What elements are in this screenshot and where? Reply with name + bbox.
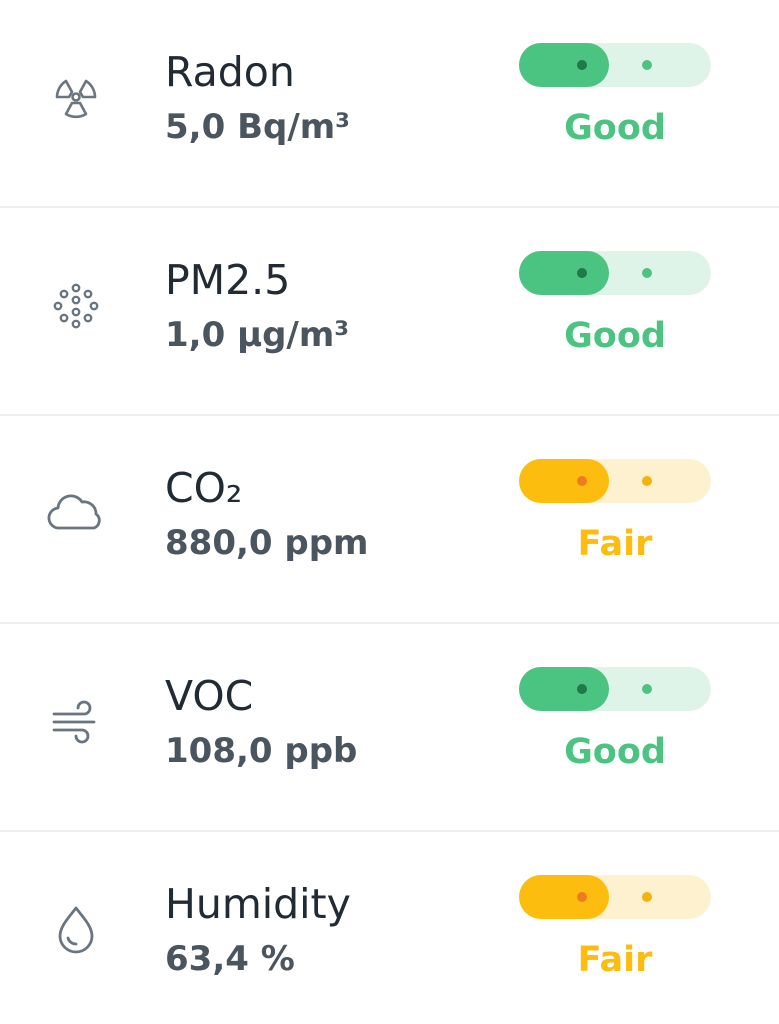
sensor-list: Radon 5,0 Bq/m³ Good PM2.5 1,0 µg/m³ Goo… bbox=[0, 0, 779, 1022]
sensor-value: 1,0 µg/m³ bbox=[165, 315, 350, 355]
wind-icon bbox=[44, 690, 108, 754]
level-dot-inactive bbox=[642, 684, 652, 694]
radiation-icon bbox=[44, 66, 108, 130]
status-label: Good bbox=[564, 108, 666, 148]
level-indicator-fill bbox=[519, 251, 609, 295]
particles-icon bbox=[44, 274, 108, 338]
sensor-row-humidity[interactable]: Humidity 63,4 % Fair bbox=[0, 832, 779, 1022]
sensor-row-radon[interactable]: Radon 5,0 Bq/m³ Good bbox=[0, 0, 779, 208]
level-dot-inactive bbox=[642, 60, 652, 70]
level-dot-active bbox=[577, 268, 587, 278]
sensor-value: 880,0 ppm bbox=[165, 523, 369, 563]
status-label: Fair bbox=[577, 940, 653, 980]
sensor-row-voc[interactable]: VOC 108,0 ppb Good bbox=[0, 624, 779, 832]
level-dot-active bbox=[577, 60, 587, 70]
level-indicator-fill bbox=[519, 43, 609, 87]
level-indicator-fill bbox=[519, 667, 609, 711]
sensor-value: 5,0 Bq/m³ bbox=[165, 107, 351, 147]
level-indicator bbox=[519, 667, 711, 711]
level-indicator-fill bbox=[519, 459, 609, 503]
level-dot-inactive bbox=[642, 476, 652, 486]
droplet-icon bbox=[44, 898, 108, 962]
level-indicator bbox=[519, 875, 711, 919]
level-indicator-fill bbox=[519, 875, 609, 919]
sensor-row-pm25[interactable]: PM2.5 1,0 µg/m³ Good bbox=[0, 208, 779, 416]
sensor-name: CO₂ bbox=[165, 464, 243, 512]
sensor-name: Humidity bbox=[165, 880, 351, 928]
level-indicator bbox=[519, 459, 711, 503]
level-dot-active bbox=[577, 476, 587, 486]
level-dot-inactive bbox=[642, 892, 652, 902]
sensor-row-co2[interactable]: CO₂ 880,0 ppm Fair bbox=[0, 416, 779, 624]
sensor-name: PM2.5 bbox=[165, 256, 291, 304]
sensor-name: Radon bbox=[165, 48, 295, 96]
level-indicator bbox=[519, 251, 711, 295]
status-label: Good bbox=[564, 316, 666, 356]
cloud-icon bbox=[44, 482, 108, 546]
level-dot-inactive bbox=[642, 268, 652, 278]
status-label: Fair bbox=[577, 524, 653, 564]
level-indicator bbox=[519, 43, 711, 87]
level-dot-active bbox=[577, 684, 587, 694]
sensor-name: VOC bbox=[165, 672, 254, 720]
status-label: Good bbox=[564, 732, 666, 772]
sensor-value: 63,4 % bbox=[165, 939, 295, 979]
sensor-value: 108,0 ppb bbox=[165, 731, 358, 771]
level-dot-active bbox=[577, 892, 587, 902]
